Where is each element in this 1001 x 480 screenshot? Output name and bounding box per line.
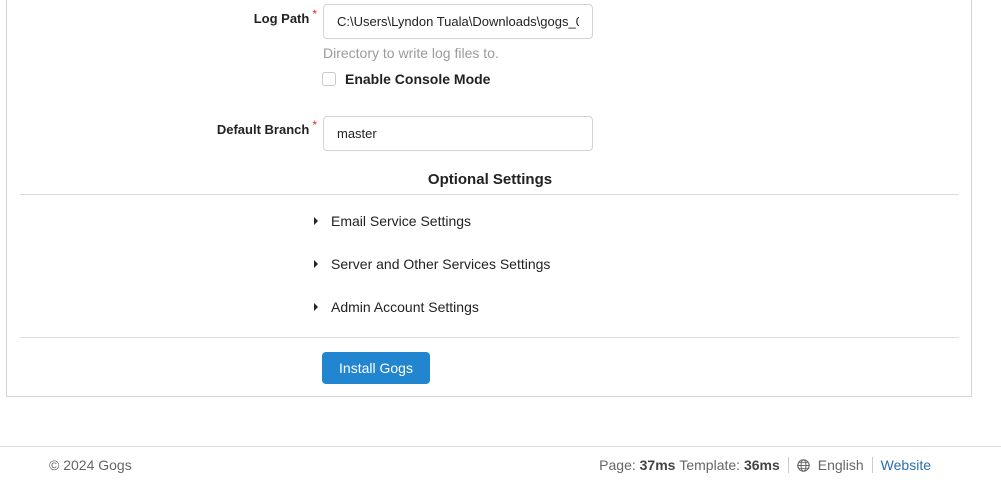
- install-gogs-button[interactable]: Install Gogs: [322, 352, 430, 384]
- log-path-label: Log Path *: [219, 7, 317, 26]
- footer-separator: [871, 457, 873, 473]
- server-services-settings-label: Server and Other Services Settings: [331, 256, 551, 272]
- required-mark: *: [312, 7, 317, 21]
- section-divider: [20, 194, 959, 195]
- page-time-label: Page:: [599, 457, 636, 473]
- log-path-input[interactable]: [323, 4, 593, 39]
- required-mark: *: [312, 118, 317, 132]
- log-path-label-text: Log Path: [253, 11, 310, 26]
- admin-account-settings-label: Admin Account Settings: [331, 299, 479, 315]
- default-branch-label: Default Branch *: [177, 118, 317, 137]
- caret-right-icon: [314, 260, 318, 268]
- template-time-value: 36ms: [743, 457, 780, 473]
- console-mode-label: Enable Console Mode: [345, 71, 491, 87]
- caret-right-icon: [314, 303, 318, 311]
- globe-icon: [796, 458, 810, 472]
- actions-divider: [20, 337, 959, 338]
- default-branch-label-text: Default Branch: [216, 122, 310, 137]
- website-link[interactable]: Website: [881, 457, 931, 473]
- footer-copyright: © 2024 Gogs: [49, 457, 132, 473]
- page-time-value: 37ms: [639, 457, 676, 473]
- email-service-settings-toggle[interactable]: Email Service Settings: [314, 213, 471, 229]
- footer-separator: [787, 457, 789, 473]
- template-time-label: Template:: [679, 457, 741, 473]
- footer-meta: Page: 37ms Template: 36ms English Websit…: [599, 457, 931, 473]
- console-mode-checkbox[interactable]: [322, 72, 336, 86]
- admin-account-settings-toggle[interactable]: Admin Account Settings: [314, 299, 479, 315]
- caret-right-icon: [314, 217, 318, 225]
- log-path-help: Directory to write log files to.: [323, 45, 499, 61]
- language-label: English: [817, 457, 864, 473]
- language-selector[interactable]: English: [796, 457, 864, 473]
- console-mode-checkbox-row[interactable]: Enable Console Mode: [322, 71, 490, 87]
- default-branch-input[interactable]: [323, 116, 593, 151]
- server-services-settings-toggle[interactable]: Server and Other Services Settings: [314, 256, 550, 272]
- email-service-settings-label: Email Service Settings: [331, 213, 472, 229]
- footer-divider: [0, 446, 1001, 447]
- optional-settings-title: Optional Settings: [427, 171, 553, 188]
- install-form-panel: Log Path* Directory to write log files t…: [6, 0, 972, 397]
